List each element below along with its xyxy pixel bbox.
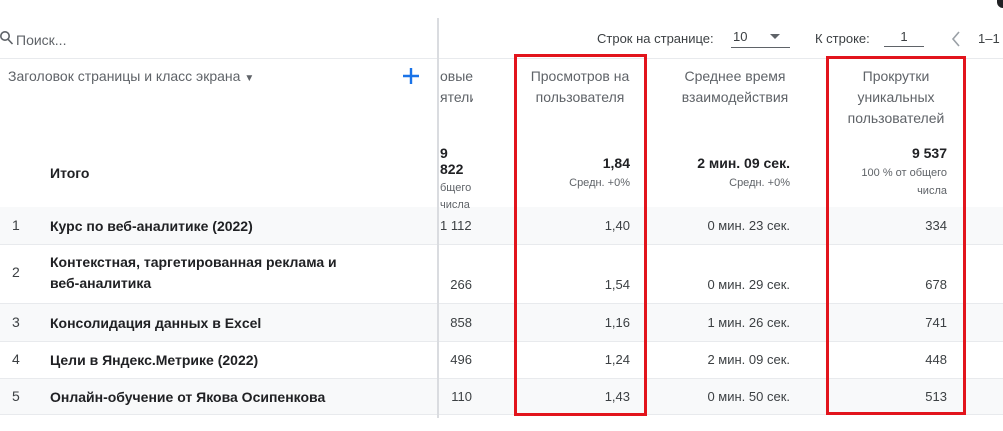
row-title[interactable]: Онлайн-обучение от Якова Осипенкова	[50, 387, 325, 408]
totals-col1-sub1: бщего	[440, 182, 472, 194]
totals-col1-value: 9 822	[440, 145, 464, 177]
corner-artifact	[997, 0, 1003, 8]
row-number: 5	[12, 388, 20, 404]
col-header-engagement-line2: взаимодействия	[681, 89, 789, 105]
rows-per-page-value: 10	[733, 29, 748, 44]
col-header-users-line1: овые	[440, 68, 473, 84]
row-col1: 110	[451, 389, 472, 404]
row-number: 3	[12, 314, 20, 330]
row-col1: 1 112	[440, 218, 472, 233]
dimension-header[interactable]: Заголовок страницы и класс экрана ▼	[8, 66, 254, 89]
row-number: 2	[12, 264, 20, 280]
totals-label: Итого	[50, 165, 90, 181]
totals-col1-sub2: числа	[440, 199, 470, 211]
totals-col3: 2 мин. 09 сек. Средн. +0%	[660, 155, 790, 189]
totals-col3-value: 2 мин. 09 сек.	[697, 155, 790, 171]
row-col1: 858	[450, 315, 472, 330]
totals-col1: 9 822 бщего числа	[440, 145, 472, 211]
frozen-column-divider	[437, 18, 439, 418]
search-input[interactable]: Поиск...	[16, 32, 66, 48]
caret-down-icon: ▼	[244, 73, 255, 84]
row-col3: 0 мин. 50 сек.	[707, 389, 790, 404]
col-header-engagement-line1: Среднее время	[684, 68, 786, 84]
rows-per-page-underline	[731, 47, 790, 48]
highlight-box-unique-scrolls	[826, 56, 966, 415]
col-header-users-line2: ятели	[440, 89, 473, 105]
add-dimension-icon[interactable]	[401, 66, 421, 86]
row-col3: 0 мин. 29 сек.	[707, 277, 790, 292]
goto-row-label: К строке:	[815, 31, 870, 46]
dimension-header-label: Заголовок страницы и класс экрана	[8, 68, 241, 84]
col-header-avg-engagement[interactable]: Среднее время взаимодействия	[668, 66, 802, 108]
row-title[interactable]: Контекстная, таргетированная реклама и в…	[50, 252, 337, 294]
highlight-box-views-per-user	[514, 54, 647, 416]
row-title-line2: веб-аналитика	[50, 275, 152, 291]
rows-per-page-label: Строк на странице:	[597, 31, 714, 46]
row-number: 4	[12, 351, 20, 367]
row-title[interactable]: Курс по веб-аналитике (2022)	[50, 216, 253, 237]
dropdown-arrow-icon	[770, 33, 781, 39]
rows-per-page-select[interactable]: 10	[733, 29, 789, 44]
search-icon[interactable]	[0, 30, 14, 46]
row-col3: 1 мин. 26 сек.	[707, 315, 790, 330]
row-title[interactable]: Консолидация данных в Excel	[50, 313, 261, 334]
row-title[interactable]: Цели в Яндекс.Метрике (2022)	[50, 350, 258, 371]
row-col1: 496	[450, 352, 472, 367]
prev-page-icon[interactable]	[950, 30, 962, 48]
goto-row-input[interactable]: 1	[884, 29, 924, 47]
page-range: 1–1	[978, 31, 1000, 46]
totals-col3-sub: Средн. +0%	[729, 177, 790, 189]
row-col1: 266	[450, 277, 472, 292]
row-col3: 0 мин. 23 сек.	[707, 218, 790, 233]
row-title-line1: Контекстная, таргетированная реклама и	[50, 254, 337, 270]
col-header-users[interactable]: овые ятели	[440, 66, 473, 108]
row-col3: 2 мин. 09 сек.	[707, 352, 790, 367]
row-number: 1	[12, 217, 20, 233]
